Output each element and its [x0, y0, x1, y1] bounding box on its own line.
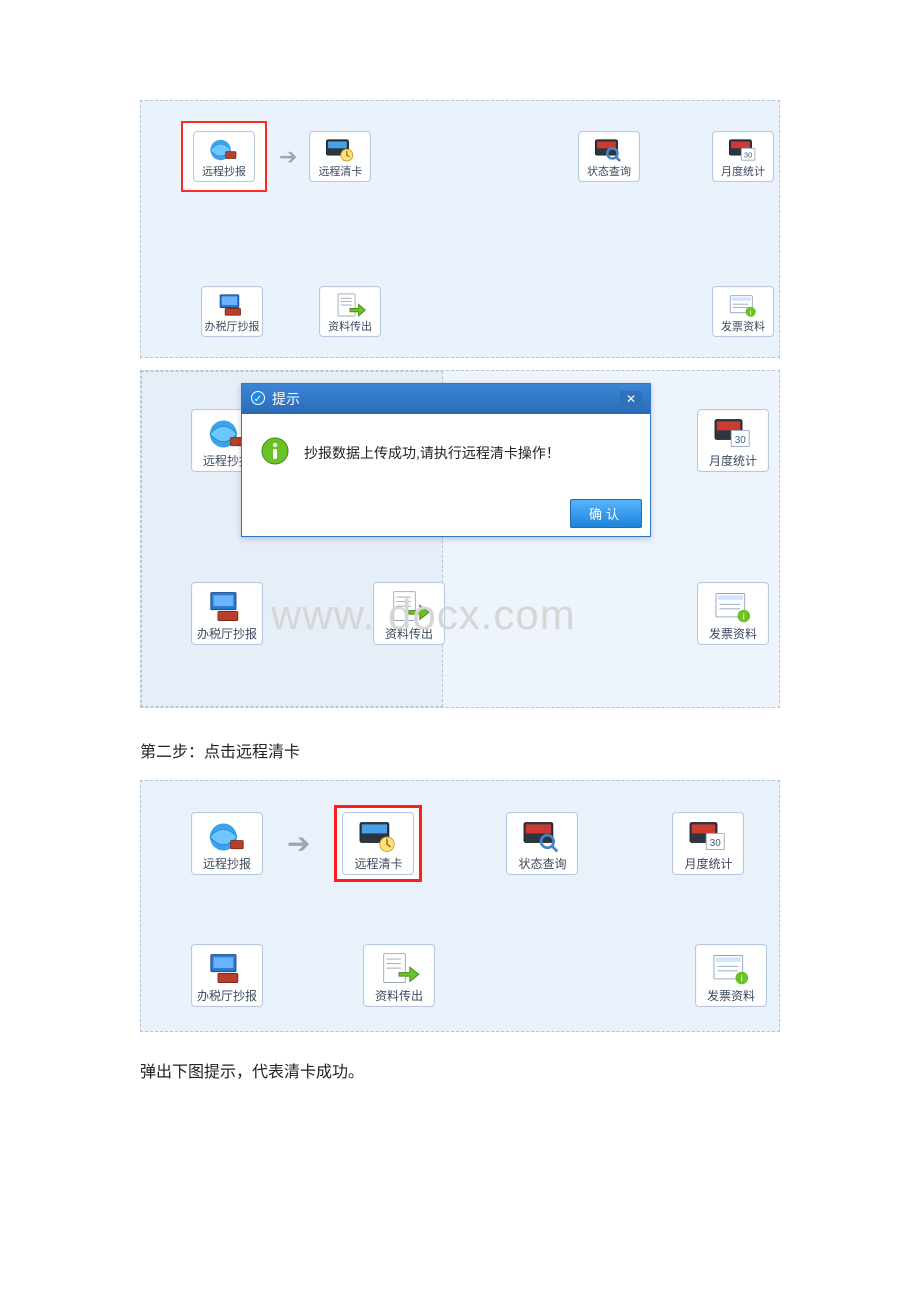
- export-data-button-bg[interactable]: 资料传出: [373, 582, 445, 645]
- doc-arrow-icon: [333, 291, 367, 319]
- pc-icon: [205, 951, 249, 987]
- label: 资料传出: [385, 628, 433, 640]
- alert-dialog: ✓ 提示 ✕ 抄报数据上传成功,请执行远程清卡操作！ 确认: [241, 383, 651, 537]
- svg-text:i: i: [750, 308, 752, 317]
- form-info-icon: i: [711, 589, 755, 625]
- label: 办税厅抄报: [197, 628, 257, 640]
- status-query-button-3[interactable]: 状态查询: [506, 812, 578, 875]
- form-info-icon: i: [709, 951, 753, 987]
- pc-icon: [205, 589, 249, 625]
- step2-text: 第二步：点击远程清卡: [140, 738, 780, 762]
- dialog-titlebar: ✓ 提示 ✕: [242, 384, 650, 414]
- confirm-button[interactable]: 确认: [570, 499, 642, 528]
- info-icon: [260, 436, 290, 469]
- label: 远程清卡: [354, 858, 402, 870]
- toolbar-panel-1: 远程抄报 ➔ 远程清卡: [140, 100, 780, 358]
- calendar-30-icon: 30: [711, 416, 755, 452]
- remote-clear-button[interactable]: 远程清卡: [309, 131, 371, 182]
- magnifier-icon: [520, 819, 564, 855]
- svg-text:30: 30: [735, 435, 746, 446]
- highlight-remote-clear: 远程清卡: [334, 805, 422, 882]
- label: 远程抄报: [202, 167, 246, 178]
- svg-text:i: i: [741, 974, 743, 984]
- dialog-body: 抄报数据上传成功,请执行远程清卡操作！: [242, 414, 650, 497]
- pc-icon: [215, 291, 249, 319]
- toolbar-panel-with-dialog: 远程抄报 30 月度统计: [140, 370, 780, 708]
- label: 办税厅抄报: [205, 322, 260, 333]
- remote-report-button-3[interactable]: 远程抄报: [191, 812, 263, 875]
- globe-icon: [205, 819, 249, 855]
- label: 状态查询: [518, 858, 566, 870]
- highlight-remote-report: 远程抄报: [181, 121, 267, 192]
- export-data-button-3[interactable]: 资料传出: [363, 944, 435, 1007]
- monthly-stats-button[interactable]: 30 月度统计: [712, 131, 774, 182]
- monitor-clock-icon: [323, 136, 357, 164]
- hall-report-button-3[interactable]: 办税厅抄报: [191, 944, 263, 1007]
- globe-icon: [207, 136, 241, 164]
- info-badge-icon: ✓: [250, 390, 266, 409]
- label: 远程抄报: [203, 858, 251, 870]
- invoice-data-button-bg[interactable]: i 发票资料: [697, 582, 769, 645]
- label: 发票资料: [709, 628, 757, 640]
- doc-arrow-icon: [377, 951, 421, 987]
- label: 月度统计: [709, 455, 757, 467]
- row: 远程抄报 ➔ 远程清卡: [181, 121, 774, 192]
- svg-text:30: 30: [710, 838, 721, 849]
- calendar-30-icon: 30: [726, 136, 760, 164]
- label: 资料传出: [328, 322, 372, 333]
- dialog-close-button[interactable]: ✕: [620, 391, 642, 407]
- svg-text:i: i: [743, 612, 745, 622]
- label: 发票资料: [707, 990, 755, 1002]
- magnifier-icon: [592, 136, 626, 164]
- label: 发票资料: [721, 322, 765, 333]
- dialog-message: 抄报数据上传成功,请执行远程清卡操作！: [304, 443, 560, 463]
- remote-clear-button-3[interactable]: 远程清卡: [342, 812, 414, 875]
- form-info-icon: i: [726, 291, 760, 319]
- label: 资料传出: [375, 990, 423, 1002]
- invoice-data-button-3[interactable]: i 发票资料: [695, 944, 767, 1007]
- arrow-right-icon: ➔: [285, 827, 312, 860]
- remote-report-button[interactable]: 远程抄报: [193, 131, 255, 182]
- calendar-30-icon: 30: [686, 819, 730, 855]
- toolbar-panel-3: 远程抄报 ➔ 远程清卡: [140, 780, 780, 1032]
- export-data-button[interactable]: 资料传出: [319, 286, 381, 337]
- dialog-title: 提示: [272, 389, 300, 409]
- row: 办税厅抄报 资料传出: [191, 582, 769, 645]
- row: 办税厅抄报 资料传出: [191, 944, 767, 1007]
- label: 月度统计: [721, 167, 765, 178]
- label: 状态查询: [587, 167, 631, 178]
- hall-report-button-bg[interactable]: 办税厅抄报: [191, 582, 263, 645]
- status-query-button[interactable]: 状态查询: [578, 131, 640, 182]
- svg-text:30: 30: [744, 151, 753, 160]
- doc-arrow-icon: [387, 589, 431, 625]
- row: 办税厅抄报 资料传出: [181, 286, 774, 337]
- dialog-footer: 确认: [242, 497, 650, 536]
- row: 远程抄报 ➔ 远程清卡: [191, 805, 767, 882]
- label: 办税厅抄报: [197, 990, 257, 1002]
- invoice-data-button[interactable]: i 发票资料: [712, 286, 774, 337]
- success-hint-text: 弹出下图提示，代表清卡成功。: [140, 1058, 780, 1082]
- svg-text:✓: ✓: [254, 394, 262, 405]
- monthly-stats-button-bg[interactable]: 30 月度统计: [697, 409, 769, 472]
- arrow-right-icon: ➔: [277, 144, 299, 170]
- label: 远程清卡: [318, 167, 362, 178]
- monthly-stats-button-3[interactable]: 30 月度统计: [672, 812, 744, 875]
- monitor-clock-icon: [356, 819, 400, 855]
- label: 月度统计: [684, 858, 732, 870]
- hall-report-button[interactable]: 办税厅抄报: [201, 286, 263, 337]
